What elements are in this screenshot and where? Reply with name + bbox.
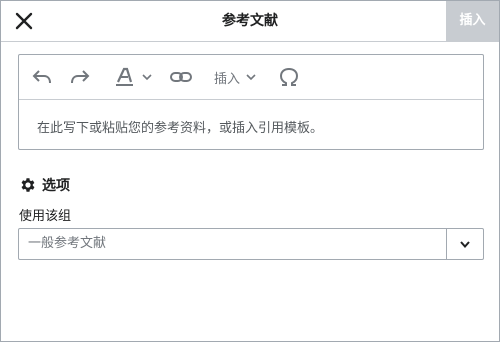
text-style-menu[interactable] xyxy=(115,66,154,88)
reference-group-select[interactable]: 一般参考文献 xyxy=(18,228,484,260)
omega-icon xyxy=(279,67,299,86)
link-icon xyxy=(170,72,192,82)
select-dropdown-button[interactable] xyxy=(447,229,483,259)
options-heading-label: 选项 xyxy=(42,178,70,194)
dialog-title: 参考文献 xyxy=(222,13,278,29)
use-group-label: 使用该组 xyxy=(19,209,72,224)
reference-dialog: 参考文献 插入 插入 在此写下或粘贴您的参考资料，或插入引用模板。 选项 使用该… xyxy=(0,0,500,342)
options-heading: 选项 xyxy=(19,175,70,195)
undo-icon xyxy=(32,70,51,84)
redo-button[interactable] xyxy=(69,66,91,88)
insert-button[interactable]: 插入 xyxy=(446,1,499,41)
editor-toolbar: 插入 xyxy=(19,55,483,100)
special-character-button[interactable] xyxy=(278,66,300,88)
gear-icon xyxy=(21,178,35,192)
insert-menu-label: 插入 xyxy=(214,71,241,87)
insert-menu[interactable]: 插入 xyxy=(214,66,258,88)
reference-editor: 插入 在此写下或粘贴您的参考资料，或插入引用模板。 xyxy=(18,54,484,150)
chevron-down-icon xyxy=(246,74,256,81)
reference-text-area[interactable]: 在此写下或粘贴您的参考资料，或插入引用模板。 xyxy=(19,100,483,149)
chevron-down-icon xyxy=(460,241,470,249)
redo-icon xyxy=(71,70,90,84)
chevron-down-icon xyxy=(142,74,152,81)
undo-button[interactable] xyxy=(31,66,53,88)
dialog-header: 参考文献 插入 xyxy=(1,1,499,42)
link-button[interactable] xyxy=(169,66,193,88)
text-style-icon xyxy=(116,67,133,86)
reference-group-value: 一般参考文献 xyxy=(28,236,107,251)
